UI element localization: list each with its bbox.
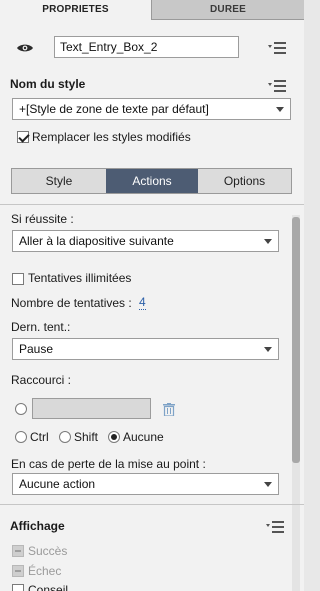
object-name-input[interactable]: Text_Entry_Box_2 xyxy=(54,36,239,58)
divider xyxy=(0,504,304,505)
subtab-style[interactable]: Style xyxy=(12,169,106,193)
success-action-value: Aller à la diapositive suivante xyxy=(19,234,174,248)
unlimited-attempts-checkbox[interactable] xyxy=(12,273,24,285)
success-label: Si réussite : xyxy=(11,212,74,226)
success-display-label: Succès xyxy=(28,544,68,558)
style-dropdown[interactable]: +[Style de zone de texte par défaut] xyxy=(12,98,291,120)
attempts-label: Nombre de tentatives : xyxy=(11,296,132,310)
last-attempt-dropdown[interactable]: Pause xyxy=(12,338,279,360)
style-menu-icon[interactable] xyxy=(268,80,286,92)
shortcut-label: Raccourci : xyxy=(11,373,72,387)
failure-display-label: Échec xyxy=(28,564,62,578)
shift-label: Shift xyxy=(74,430,99,444)
subtabs: Style Actions Options xyxy=(11,168,292,194)
divider xyxy=(0,204,304,205)
focus-lost-label: En cas de perte de la mise au point : xyxy=(11,457,206,471)
replace-styles-checkbox[interactable] xyxy=(17,131,29,143)
none-label: Aucune xyxy=(123,430,164,444)
menu-icon[interactable] xyxy=(268,42,286,54)
ctrl-label: Ctrl xyxy=(30,430,49,444)
subtab-options[interactable]: Options xyxy=(198,169,291,193)
style-dropdown-value: +[Style de zone de texte par défaut] xyxy=(19,102,209,116)
failure-display-checkbox[interactable] xyxy=(12,565,24,577)
unlimited-attempts-label: Tentatives illimitées xyxy=(28,271,132,285)
hint-display-checkbox[interactable] xyxy=(12,584,24,591)
chevron-down-icon xyxy=(264,347,272,352)
style-section-title: Nom du style xyxy=(10,77,86,91)
scrollbar-thumb[interactable] xyxy=(292,217,300,463)
ctrl-radio[interactable] xyxy=(15,431,27,443)
chevron-down-icon xyxy=(264,239,272,244)
shift-radio[interactable] xyxy=(59,431,71,443)
object-name-row: Text_Entry_Box_2 xyxy=(0,36,304,60)
last-attempt-label: Dern. tent.: xyxy=(11,320,71,334)
none-radio[interactable] xyxy=(108,431,120,443)
focus-lost-dropdown[interactable]: Aucune action xyxy=(12,473,279,495)
replace-styles-label: Remplacer les styles modifiés xyxy=(32,130,191,144)
properties-panel: Text_Entry_Box_2 Nom du style +[Style de… xyxy=(0,20,304,591)
last-attempt-value: Pause xyxy=(19,342,54,356)
shortcut-radio[interactable] xyxy=(15,403,27,415)
tab-properties[interactable]: PROPRIETES xyxy=(0,0,151,20)
top-tabs: PROPRIETES DUREE xyxy=(0,0,304,20)
shortcut-input[interactable] xyxy=(32,398,151,419)
chevron-down-icon xyxy=(276,107,284,112)
trash-icon[interactable] xyxy=(163,403,175,416)
display-menu-icon[interactable] xyxy=(266,521,284,533)
focus-lost-value: Aucune action xyxy=(19,477,96,491)
eye-icon[interactable] xyxy=(16,43,34,53)
display-section-title: Affichage xyxy=(10,519,65,533)
tab-duration[interactable]: DUREE xyxy=(151,0,304,20)
hint-display-label: Conseil xyxy=(28,583,69,591)
success-display-checkbox[interactable] xyxy=(12,545,24,557)
success-action-dropdown[interactable]: Aller à la diapositive suivante xyxy=(12,230,279,252)
attempts-value[interactable]: 4 xyxy=(139,296,146,310)
subtab-actions[interactable]: Actions xyxy=(106,169,198,193)
chevron-down-icon xyxy=(264,482,272,487)
